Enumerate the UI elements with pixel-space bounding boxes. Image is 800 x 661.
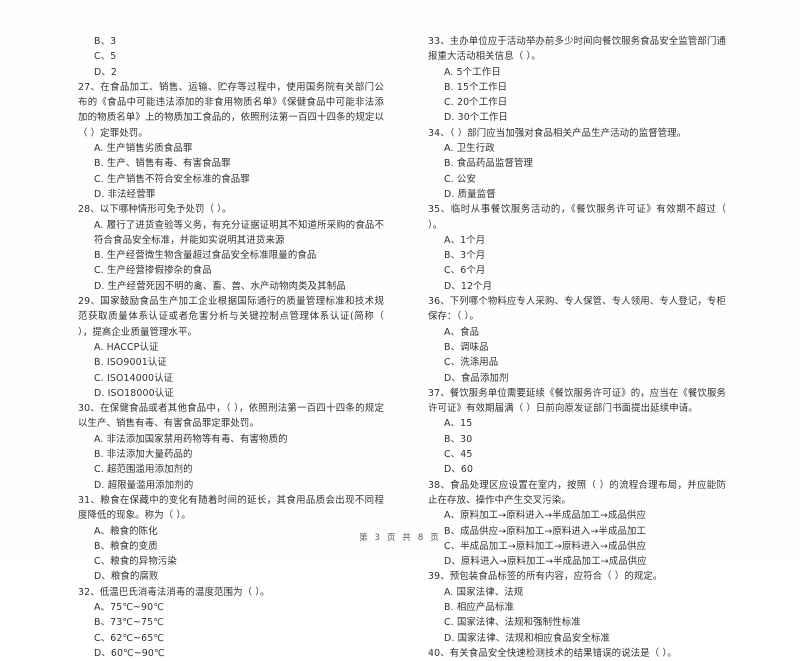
option-item[interactable]: C. 20个工作日: [428, 95, 726, 110]
option-item[interactable]: A、原料加工→原料进入→半成品加工→成品供应: [428, 508, 726, 523]
option-item[interactable]: C. 超范围滥用添加剂的: [78, 462, 384, 477]
question-stem: 31、粮食在保藏中的变化有随着时间的延长，其食用品质会出现不同程度降低的现象。称…: [78, 494, 384, 522]
option-item[interactable]: D、60℃~90℃: [78, 646, 384, 661]
question-stem: 39、预包装食品标签的所有内容，应符合（ ）的规定。: [428, 571, 663, 583]
option-item[interactable]: C、45: [428, 447, 726, 462]
question-stem: 27、在食品加工、销售、运输、贮存等过程中，使用国务院有关部门公布的《食品中可能…: [78, 81, 384, 139]
option-item[interactable]: B. 非法添加大量药品的: [78, 447, 384, 462]
question-stem: 32、低温巴氏消毒法消毒的温度范围为（ ）。: [78, 586, 270, 598]
option-item[interactable]: C. 国家法律、法规和强制性标准: [428, 615, 726, 630]
option-item[interactable]: C、5: [78, 49, 384, 64]
question-block-37: 37、餐饮服务单位需要延续《餐饮服务许可证》的，应当在《餐饮服务许可证》有效期届…: [428, 386, 726, 478]
question-block-32: 32、低温巴氏消毒法消毒的温度范围为（ ）。 A、75℃~90℃ B、73℃~7…: [78, 585, 384, 661]
option-item[interactable]: D、原料进入→原料加工→半成品加工→成品供应: [428, 554, 726, 569]
question-stem: 35、临时从事餐饮服务活动的，《餐饮服务许可证》有效期不超过（ ）。: [428, 204, 726, 231]
option-item[interactable]: B. 相应产品标准: [428, 600, 726, 615]
question-block: B、3 C、5 D、2: [78, 34, 384, 80]
option-item[interactable]: D、12个月: [428, 279, 726, 294]
option-item[interactable]: A. 生产销售劣质食品罪: [78, 141, 384, 156]
option-item[interactable]: A. HACCP认证: [78, 340, 384, 355]
option-item[interactable]: B、73℃~75℃: [78, 615, 384, 630]
question-stem: 36、下列哪个物料应专人采购、专人保管、专人领用、专人登记，专柜保存：（ ）。: [428, 296, 726, 323]
option-item[interactable]: C. ISO14000认证: [78, 371, 384, 386]
option-item[interactable]: C. 生产销售不符合安全标准的食品罪: [78, 172, 384, 187]
question-stem: 28、以下哪种情形可免予处罚（ ）。: [78, 204, 232, 216]
right-column: 33、主办单位应于活动举办前多少时间向餐饮服务食品安全监管部门通报重大活动相关信…: [400, 34, 800, 661]
option-item[interactable]: D. 国家法律、法规和相应食品安全标准: [428, 631, 726, 646]
option-item[interactable]: A、75℃~90℃: [78, 600, 384, 615]
question-stem: 33、主办单位应于活动举办前多少时间向餐饮服务食品安全监管部门通报重大活动相关信…: [428, 36, 726, 63]
option-item[interactable]: B、3个月: [428, 248, 726, 263]
question-block-30: 30、在保健食品或者其他食品中，（ ），依照刑法第一百四十四条的规定以生产、销售…: [78, 401, 384, 493]
option-item[interactable]: B、调味品: [428, 340, 726, 355]
option-item[interactable]: D. 生产经营死因不明的禽、畜、兽、水产动物肉类及其制品: [78, 279, 384, 294]
option-item[interactable]: D. ISO18000认证: [78, 386, 384, 401]
option-item[interactable]: B. 生产、销售有毒、有害食品罪: [78, 156, 384, 171]
option-item[interactable]: A、15: [428, 416, 726, 431]
exam-page: B、3 C、5 D、2 27、在食品加工、销售、运输、贮存等过程中，使用国务院有…: [0, 0, 800, 659]
option-item[interactable]: D、食品添加剂: [428, 371, 726, 386]
question-stem: 40、有关食品安全快速检测技术的结果错误的说法是（ ）。: [428, 647, 677, 659]
question-block-29: 29、国家鼓励食品生产加工企业根据国际通行的质量管理标准和技术规范获取质量体系认…: [78, 294, 384, 401]
question-block-28: 28、以下哪种情形可免予处罚（ ）。 A. 履行了进货查验等义务，有充分证据证明…: [78, 202, 384, 294]
option-item[interactable]: B. 食品药品监督管理: [428, 156, 726, 171]
question-stem: 37、餐饮服务单位需要延续《餐饮服务许可证》的，应当在《餐饮服务许可证》有效期届…: [428, 387, 726, 415]
question-stem: 29、国家鼓励食品生产加工企业根据国际通行的质量管理标准和技术规范获取质量体系认…: [78, 296, 384, 338]
question-stem: 38、食品处理区应设置在室内，按照（ ）的流程合理布局，并应能防止在存放、操作中…: [428, 479, 726, 506]
option-item[interactable]: A. 5个工作日: [428, 65, 726, 80]
question-block-34: 34、（ ）部门应当加强对食品相关产品生产活动的监督管理。 A. 卫生行政 B.…: [428, 126, 726, 202]
option-item[interactable]: A. 非法添加国家禁用药物等有毒、有害物质的: [78, 432, 384, 447]
option-item[interactable]: C、6个月: [428, 263, 726, 278]
question-block-36: 36、下列哪个物料应专人采购、专人保管、专人领用、专人登记，专柜保存：（ ）。 …: [428, 294, 726, 386]
two-column-body: B、3 C、5 D、2 27、在食品加工、销售、运输、贮存等过程中，使用国务院有…: [0, 34, 800, 659]
option-item[interactable]: A、1个月: [428, 233, 726, 248]
option-item[interactable]: D、粮食的腐败: [78, 569, 384, 584]
option-item[interactable]: D、2: [78, 65, 384, 80]
page-footer: 第 3 页 共 8 页: [359, 532, 441, 542]
question-block-33: 33、主办单位应于活动举办前多少时间向餐饮服务食品安全监管部门通报重大活动相关信…: [428, 34, 726, 126]
option-item[interactable]: A、食品: [428, 325, 726, 340]
option-item[interactable]: D. 质量监督: [428, 187, 726, 202]
option-item[interactable]: C、62℃~65℃: [78, 631, 384, 646]
question-block-40: 40、有关食品安全快速检测技术的结果错误的说法是（ ）。: [428, 646, 726, 661]
option-item[interactable]: B. ISO9001认证: [78, 355, 384, 370]
option-item[interactable]: C、洗涤用品: [428, 355, 726, 370]
question-block-38: 38、食品处理区应设置在室内，按照（ ）的流程合理布局，并应能防止在存放、操作中…: [428, 478, 726, 570]
option-item[interactable]: C、粮食的异物污染: [78, 554, 384, 569]
option-item[interactable]: C. 生产经营掺假掺杂的食品: [78, 263, 384, 278]
question-block-35: 35、临时从事餐饮服务活动的，《餐饮服务许可证》有效期不超过（ ）。 A、1个月…: [428, 202, 726, 294]
option-item[interactable]: C. 公安: [428, 172, 726, 187]
option-item[interactable]: D. 30个工作日: [428, 110, 726, 125]
option-item[interactable]: B、3: [78, 34, 384, 49]
question-stem: 34、（ ）部门应当加强对食品相关产品生产活动的监督管理。: [428, 127, 687, 139]
question-stem: 30、在保健食品或者其他食品中，（ ），依照刑法第一百四十四条的规定以生产、销售…: [78, 403, 384, 430]
option-item[interactable]: A. 国家法律、法规: [428, 585, 726, 600]
option-item[interactable]: D. 超限量滥用添加剂的: [78, 478, 384, 493]
option-item[interactable]: B、30: [428, 432, 726, 447]
option-item[interactable]: D. 非法经营罪: [78, 187, 384, 202]
question-block-39: 39、预包装食品标签的所有内容，应符合（ ）的规定。 A. 国家法律、法规 B.…: [428, 569, 726, 645]
option-item[interactable]: D、60: [428, 462, 726, 477]
option-item[interactable]: B. 生产经营微生物含量超过食品安全标准限量的食品: [78, 248, 384, 263]
question-block-27: 27、在食品加工、销售、运输、贮存等过程中，使用国务院有关部门公布的《食品中可能…: [78, 80, 384, 202]
option-item[interactable]: B. 15个工作日: [428, 80, 726, 95]
option-item[interactable]: A. 卫生行政: [428, 141, 726, 156]
option-item[interactable]: A. 履行了进货查验等义务，有充分证据证明其不知道所采购的食品不符合食品安全标准…: [78, 218, 384, 249]
left-column: B、3 C、5 D、2 27、在食品加工、销售、运输、贮存等过程中，使用国务院有…: [0, 34, 400, 661]
